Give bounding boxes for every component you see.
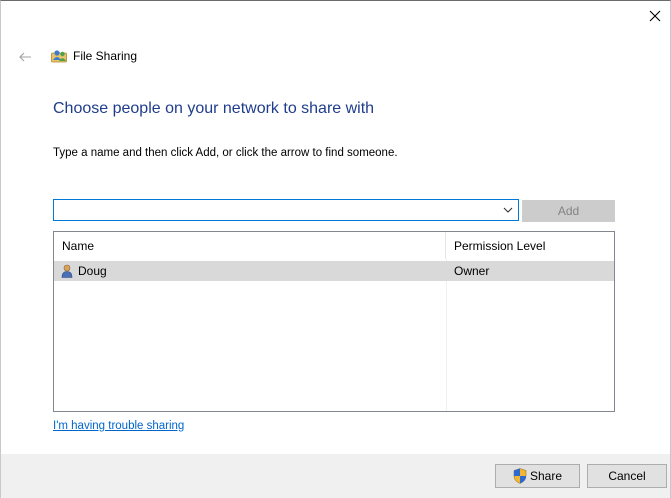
window-title: File Sharing — [73, 48, 138, 63]
file-sharing-dialog: File Sharing Choose people on your netwo… — [0, 0, 671, 498]
column-header-name[interactable]: Name — [54, 232, 446, 259]
sharing-list[interactable]: Name Permission Level Doug Owner — [53, 231, 615, 412]
chevron-down-icon — [503, 207, 513, 213]
close-button[interactable] — [640, 1, 670, 31]
page-heading: Choose people on your network to share w… — [53, 100, 375, 117]
row-name: Doug — [78, 264, 107, 278]
column-header-permission[interactable]: Permission Level — [446, 232, 614, 259]
list-row[interactable]: Doug Owner — [54, 261, 614, 281]
back-arrow-icon — [19, 52, 31, 62]
user-icon — [61, 264, 73, 278]
column-divider — [446, 259, 447, 411]
cancel-button[interactable]: Cancel — [587, 464, 667, 488]
add-button[interactable]: Add — [522, 200, 615, 222]
instruction-text: Type a name and then click Add, or click… — [53, 147, 398, 159]
row-permission[interactable]: Owner — [446, 261, 614, 281]
dropdown-button[interactable] — [498, 200, 518, 220]
share-button[interactable]: Share — [495, 464, 580, 488]
name-combobox[interactable] — [53, 199, 519, 221]
shield-icon — [513, 468, 527, 484]
close-icon — [649, 10, 661, 22]
row-name-cell: Doug — [54, 261, 446, 281]
trouble-sharing-link[interactable]: I'm having trouble sharing — [53, 420, 184, 432]
dialog-footer: Share Cancel — [1, 454, 670, 498]
share-button-label: Share — [529, 469, 563, 483]
back-button[interactable] — [15, 49, 35, 65]
name-input[interactable] — [54, 201, 498, 219]
file-sharing-icon — [51, 50, 67, 63]
window-title-bar: File Sharing — [51, 48, 137, 63]
list-header: Name Permission Level — [54, 232, 614, 259]
